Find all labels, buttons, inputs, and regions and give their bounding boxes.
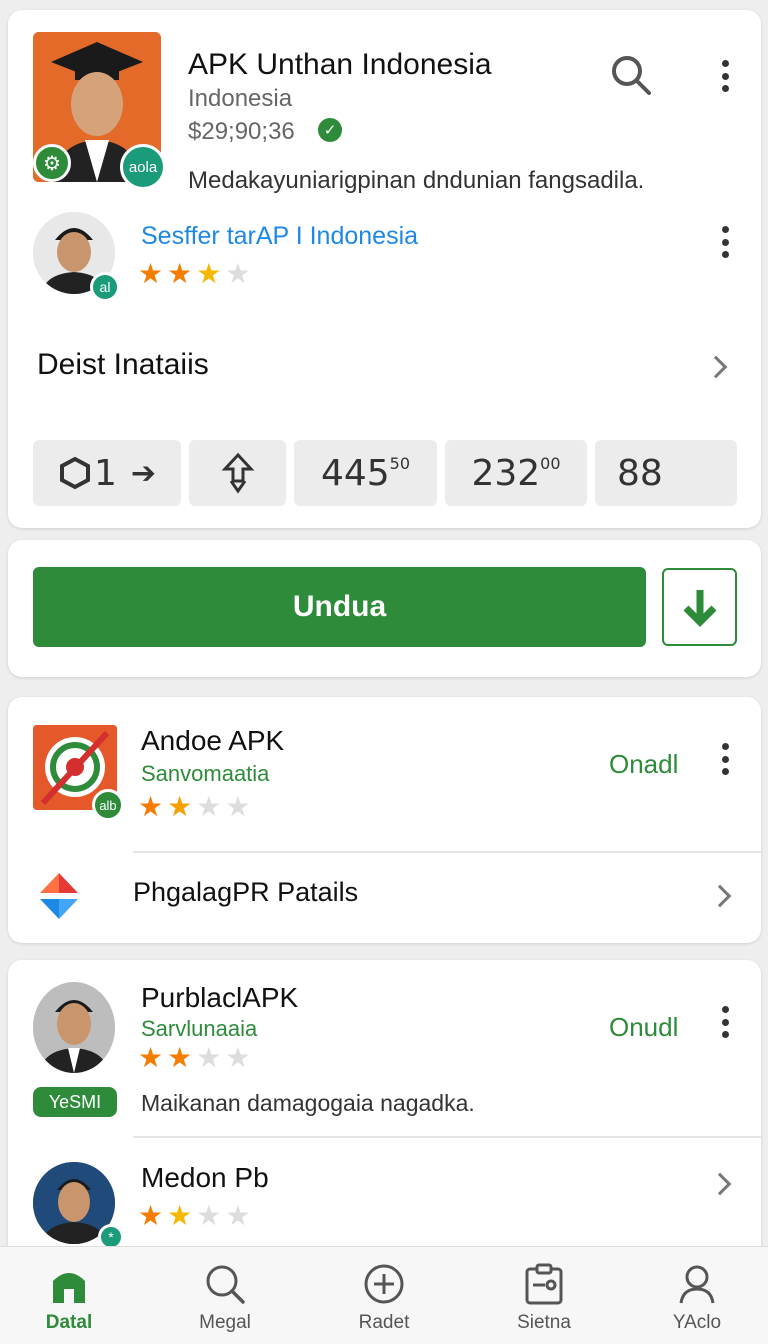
home-icon <box>53 1273 85 1303</box>
app-title: APK Unthan Indonesia <box>188 48 492 81</box>
stat-sup: 00 <box>540 454 561 473</box>
clipboard-icon <box>525 1263 563 1305</box>
nav-label: Megal <box>199 1312 251 1333</box>
star-icon: ★ <box>138 791 164 822</box>
publisher-rating: ★ ★ ★ ★ <box>138 260 250 288</box>
chevron-right-icon <box>708 884 732 908</box>
app-rating: ★ ★ ★ ★ <box>138 793 250 821</box>
star-empty-icon: ★ <box>225 791 251 822</box>
app-badge: alb <box>92 789 124 821</box>
diamond-logo-icon <box>40 873 78 919</box>
app-header-card: ⚙ aola APK Unthan Indonesia Indonesia $2… <box>8 10 761 528</box>
nav-item-datal[interactable]: Datal <box>9 1262 129 1334</box>
stat-chip-share[interactable] <box>189 440 286 506</box>
stat-chip-shield[interactable]: 1 ➔ <box>33 440 181 506</box>
nav-label: Sietna <box>517 1312 571 1333</box>
download-arrow-icon[interactable] <box>662 568 737 646</box>
star-icon: ★ <box>167 258 193 289</box>
app-rating: ★ ★ ★ ★ <box>138 1202 250 1230</box>
details-row[interactable]: Deist Inataiis <box>8 330 761 402</box>
app-name[interactable]: PurblaclAPK <box>141 982 298 1014</box>
star-icon: ★ <box>138 1200 164 1231</box>
app-name: Medon Pb <box>141 1162 269 1193</box>
publisher-name[interactable]: Sesffer tarAP I Indonesia <box>141 222 418 251</box>
publisher-menu-icon[interactable] <box>713 222 737 262</box>
nav-item-yaclo[interactable]: YAclo <box>637 1262 757 1334</box>
sub-row[interactable]: PhgalagPR Patails <box>8 855 761 941</box>
app-description: Maikanan damagogaia nagadka. <box>141 1090 475 1116</box>
divider <box>133 851 761 853</box>
nav-item-radet[interactable]: Radet <box>324 1262 444 1334</box>
star-empty-icon: ★ <box>196 1042 222 1073</box>
arrow-right-icon: ➔ <box>130 455 157 491</box>
chevron-right-icon <box>704 355 728 379</box>
nav-label: Datal <box>45 1312 93 1333</box>
details-label: Deist Inataiis <box>37 348 209 381</box>
shield-icon <box>59 456 90 490</box>
star-empty-icon: ★ <box>225 258 251 289</box>
app-list-card-2: PurblaclAPK Sarvlunaaia ★ ★ ★ ★ Onudl Ye… <box>8 960 761 1260</box>
app-name[interactable]: Andoe APK <box>141 725 284 757</box>
nav-label: Radet <box>358 1312 410 1333</box>
star-icon: ★ <box>138 258 164 289</box>
stat-value: 88 <box>617 452 663 494</box>
star-icon: ★ <box>167 1042 193 1073</box>
chevron-right-icon <box>708 1172 732 1196</box>
app-subtitle: Sarvlunaaia <box>141 1016 258 1041</box>
sub-row-label: PhgalagPR Patails <box>133 877 359 907</box>
download-card: Undua <box>8 540 761 677</box>
star-icon: ★ <box>138 1042 164 1073</box>
settings-badge-icon: ⚙ <box>33 144 71 182</box>
app-country: Indonesia <box>188 85 293 112</box>
app-menu-icon[interactable] <box>713 739 737 779</box>
app-action-link[interactable]: Onudl <box>609 1012 678 1043</box>
person-icon <box>679 1265 715 1304</box>
app-menu-icon[interactable] <box>713 1002 737 1042</box>
star-empty-icon: ★ <box>196 791 222 822</box>
star-empty-icon: ★ <box>225 1042 251 1073</box>
app-subtitle: Sanvomaatia <box>141 761 270 786</box>
stat-value: 232 <box>471 452 541 494</box>
plus-circle-icon <box>364 1264 404 1304</box>
app-list-card-1: alb Andoe APK Sanvomaatia ★ ★ ★ ★ Onadl … <box>8 697 761 943</box>
star-icon: ★ <box>167 1200 193 1231</box>
stat-value: 445 <box>320 452 390 494</box>
download-button[interactable]: Undua <box>33 567 646 647</box>
search-icon <box>206 1265 245 1304</box>
nav-label: YAclo <box>672 1312 722 1333</box>
app-description: Medakayuniarigpinan dndunian fangsadila. <box>188 167 645 194</box>
publisher-badge: al <box>90 272 120 302</box>
avatar-badge-right: aola <box>120 144 166 190</box>
developer-avatar[interactable] <box>33 982 115 1073</box>
star-empty-icon: ★ <box>225 1200 251 1231</box>
verified-check-icon: ✓ <box>318 118 342 142</box>
stat-sup: 50 <box>389 454 411 473</box>
more-menu-icon[interactable] <box>713 56 737 96</box>
stat-chip-size: 88 <box>595 440 737 506</box>
stat-chip-downloads: 445 50 <box>294 440 437 506</box>
list-item-medon[interactable]: * Medon Pb ★ ★ ★ ★ <box>8 1138 761 1260</box>
nav-item-megal[interactable]: Megal <box>165 1262 285 1334</box>
star-icon: ★ <box>167 791 193 822</box>
star-empty-icon: ★ <box>196 1200 222 1231</box>
search-icon[interactable] <box>610 54 652 96</box>
star-half-icon: ★ <box>196 258 222 289</box>
person-portrait-icon <box>33 982 115 1073</box>
nav-item-sietna[interactable]: Sietna <box>484 1262 604 1334</box>
status-tag: YeSMI <box>33 1087 117 1117</box>
app-action-link[interactable]: Onadl <box>609 749 678 780</box>
app-rating: ★ ★ ★ ★ <box>138 1044 250 1072</box>
share-arrows-icon <box>221 452 254 494</box>
app-price: $29;90;36 <box>188 118 295 145</box>
stat-value: 1 <box>93 452 117 494</box>
stat-chip-reviews: 232 00 <box>445 440 587 506</box>
